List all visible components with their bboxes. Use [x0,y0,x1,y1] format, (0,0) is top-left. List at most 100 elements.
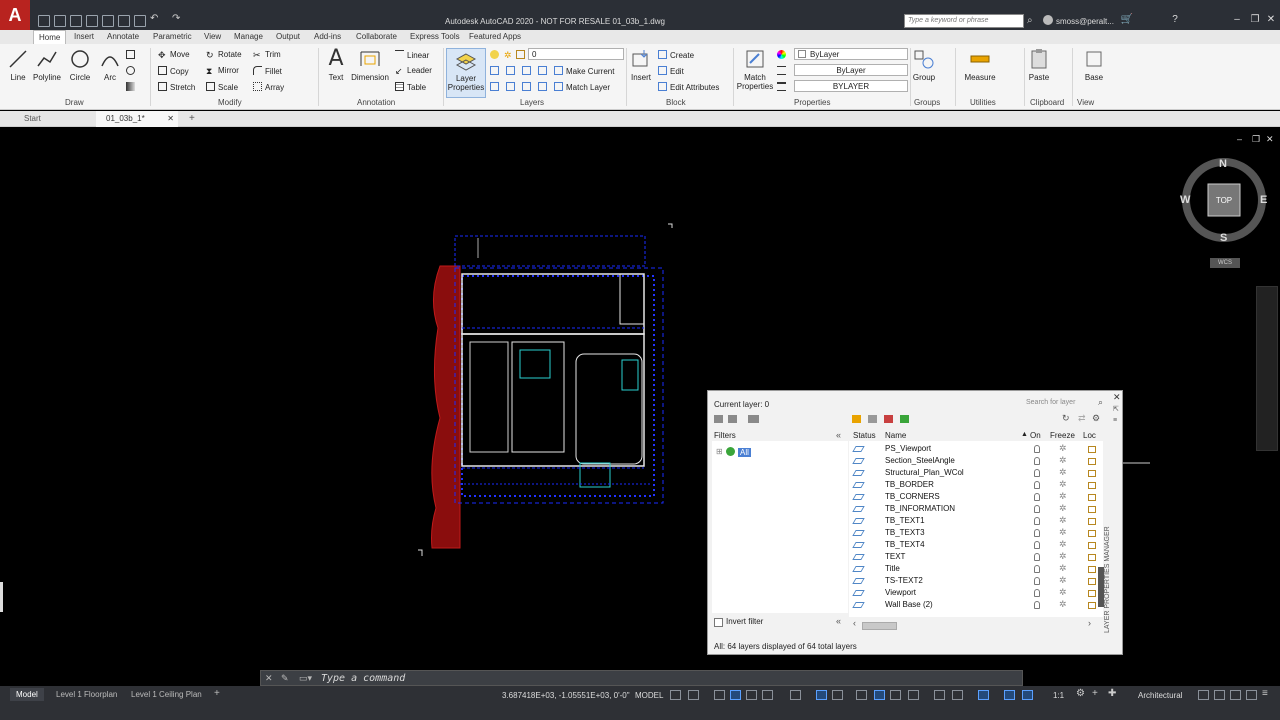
layer-freeze-icon[interactable]: ✲ [1059,539,1067,550]
column-name[interactable]: Name [885,431,906,440]
layer-lock-icon[interactable] [1088,518,1096,525]
layer-lock-icon[interactable] [1088,506,1096,513]
viewport-minimize-icon[interactable]: – [1237,134,1242,144]
layer-settings-icon[interactable]: ⇄ [1078,413,1086,424]
layer-on-off-icon[interactable] [1034,445,1040,453]
column-freeze[interactable]: Freeze [1050,431,1075,440]
layer-walk-icon[interactable] [490,82,502,92]
trim-button[interactable]: ✂ Trim [253,50,281,60]
layer-off-icon[interactable] [522,66,534,76]
layer-row-name[interactable]: TEXT [885,552,905,561]
tab-home[interactable]: Home [33,30,67,44]
file-tab[interactable]: 01_03b_1* ✕ [96,111,178,127]
compass-north[interactable]: N [1219,158,1227,170]
selection-filter-icon[interactable] [952,690,963,700]
tab-express-tools[interactable]: Express Tools [410,32,460,41]
layer-lock-icon[interactable] [1088,602,1096,609]
expand-tree-icon[interactable]: ⊞ [716,447,723,456]
layer-on-off-icon[interactable] [1034,457,1040,465]
mirror-button[interactable]: ⧗ Mirror [206,66,239,76]
start-tab[interactable]: Start [24,114,41,123]
search-icon[interactable]: ⌕ [1027,15,1038,26]
autodesk-app-store-icon[interactable]: 🛒 [1120,14,1134,25]
layer-on-off-icon[interactable] [1034,601,1040,609]
block-panel-title[interactable]: Block [666,98,686,107]
viewcube[interactable]: N S E W TOP [1180,158,1268,246]
layer-freeze-icon[interactable]: ✲ [1059,515,1067,526]
new-layout-icon[interactable]: + [208,686,226,701]
new-property-filter-icon[interactable] [714,415,723,423]
polyline-button[interactable]: Polyline [30,48,64,82]
tab-collaborate[interactable]: Collaborate [356,32,397,41]
save-icon[interactable] [70,15,82,27]
layer-freeze-icon[interactable]: ✲ [1059,527,1067,538]
layer-row-name[interactable]: TB_INFORMATION [885,504,955,513]
layer-lock-icon[interactable] [1088,446,1096,453]
layer-search-input[interactable]: Search for layer [1024,398,1108,410]
layer-isolate-icon[interactable] [490,66,502,76]
open-file-icon[interactable] [54,15,66,27]
command-customize-icon[interactable]: ✎ [281,673,289,684]
sort-ascending-icon[interactable]: ▲ [1021,431,1028,438]
app-logo-button[interactable]: A [0,0,30,30]
command-line[interactable]: ✕ ✎ ▭▾ Type a command [260,670,1023,686]
grid-icon[interactable] [670,690,681,700]
tab-output[interactable]: Output [276,32,300,41]
tab-manage[interactable]: Manage [234,32,263,41]
tab-parametric[interactable]: Parametric [153,32,192,41]
scale-button[interactable]: Scale [206,82,238,92]
layer-on-off-icon[interactable] [1034,517,1040,525]
help-icon[interactable]: ? [1168,14,1182,25]
ortho-icon[interactable] [746,690,757,700]
tab-level-1-ceiling-plan[interactable]: Level 1 Ceiling Plan [125,688,208,701]
match-properties-button[interactable]: Match Properties [736,48,774,91]
isolate-objects-icon[interactable] [1230,690,1241,700]
viewcube-top-face[interactable]: TOP [1212,196,1236,205]
dynamic-ucs-icon[interactable] [934,690,945,700]
layer-row-name[interactable]: Section_SteelAngle [885,456,955,465]
tab-annotate[interactable]: Annotate [107,32,139,41]
customization-menu-icon[interactable]: ≡ [1262,688,1273,699]
edit-block-button[interactable]: Edit [658,66,684,76]
filter-all-item[interactable]: All [738,448,751,457]
layer-dropdown[interactable]: 0 [528,48,624,60]
draw-panel-title[interactable]: Draw [65,98,84,107]
layer-unlock-icon[interactable] [516,50,528,60]
invert-filter-checkbox[interactable] [714,618,723,627]
layer-freeze-icon[interactable]: ✲ [1059,599,1067,610]
layer-row-name[interactable]: Structural_Plan_WCol [885,468,964,477]
lock-ui-icon[interactable] [1214,690,1225,700]
wcs-menu[interactable]: WCS [1210,258,1240,268]
layer-lock-icon[interactable] [1088,542,1096,549]
leader-button[interactable]: ↙ Leader [395,66,432,76]
linetype-icon[interactable] [777,66,789,76]
layer-freeze-icon[interactable]: ✲ [1059,455,1067,466]
tab-insert[interactable]: Insert [74,32,94,41]
annotation-visibility-icon[interactable] [1004,690,1015,700]
annotation-scale[interactable]: 1:1 [1053,691,1064,700]
clean-screen-icon[interactable] [1246,690,1257,700]
move-button[interactable]: ✥ Move [158,50,190,60]
selection-cycling-icon[interactable] [890,690,901,700]
layer-on-off-icon[interactable] [1034,577,1040,585]
layer-row-name[interactable]: TB_CORNERS [885,492,940,501]
view-panel-title[interactable]: View [1077,98,1094,107]
palette-properties-icon[interactable]: ≡ [1113,417,1117,424]
rotate-button[interactable]: ↻ Rotate [206,50,242,60]
units-icon[interactable]: ✚ [1108,688,1119,699]
utilities-panel-title[interactable]: Utilities [970,98,996,107]
match-layer-button[interactable]: Match Layer [554,82,610,92]
tab-level-1-floorplan[interactable]: Level 1 Floorplan [50,688,123,701]
lineweight-icon[interactable] [777,82,789,92]
new-tab-icon[interactable]: + [189,113,195,124]
clipboard-panel-title[interactable]: Clipboard [1030,98,1064,107]
layer-freeze-icon[interactable]: ✲ [1059,503,1067,514]
layer-freeze-icon[interactable]: ✲ [1059,467,1067,478]
new-layer-vp-frozen-icon[interactable] [868,415,877,423]
group-button[interactable]: Group [912,48,936,82]
layer-lock-icon[interactable] [1088,494,1096,501]
close-window-icon[interactable]: ✕ [1264,14,1278,25]
layers-panel-title[interactable]: Layers [520,98,544,107]
command-close-icon[interactable]: ✕ [265,673,273,684]
array-button[interactable]: Array [253,82,284,92]
